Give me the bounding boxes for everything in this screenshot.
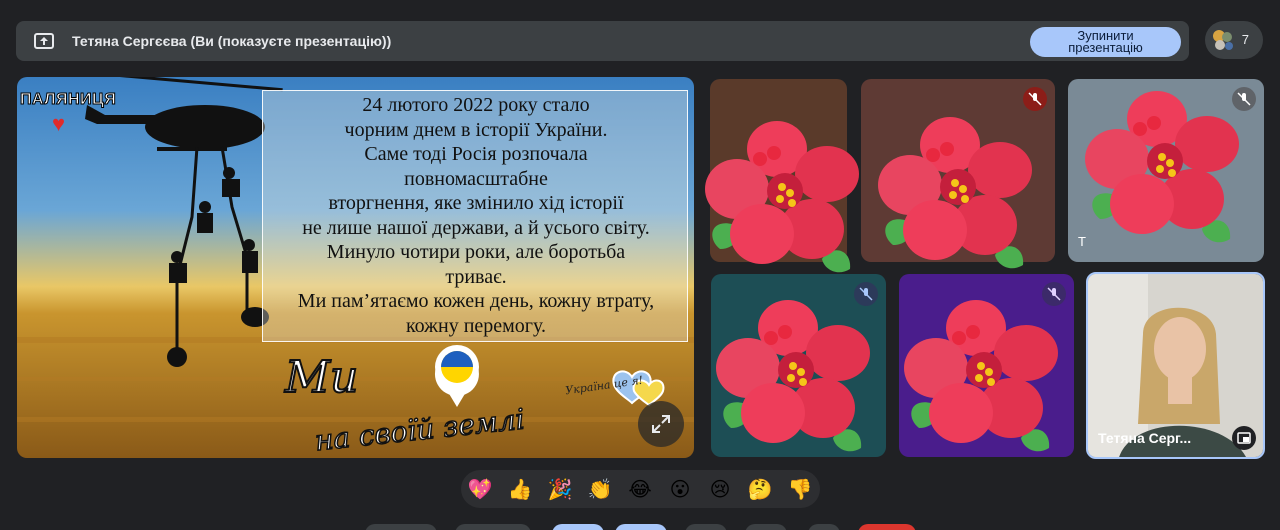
participant-count: 7 — [1241, 32, 1249, 47]
presentation-view: ПАЛЯНИЦЯ ♥ 24 лютого 2022 року стало чор… — [17, 77, 694, 458]
slide-line: 24 лютого 2022 року стало — [362, 94, 590, 116]
reaction-surprised[interactable]: 😮 — [667, 476, 693, 502]
hibiscus-emoji — [1085, 91, 1239, 243]
self-name: Тетяна Серг... — [1098, 430, 1192, 446]
self-video-tile[interactable]: Тетяна Серг... — [1086, 272, 1265, 459]
slogan-line-1: Ми — [284, 352, 358, 403]
toolbar-button[interactable] — [745, 524, 787, 530]
present-to-all-icon — [34, 33, 54, 49]
expand-presentation-button[interactable] — [638, 401, 684, 447]
meet-window: Тетяна Сергєєва (Ви (показуєте презентац… — [0, 0, 1280, 530]
reaction-party-popper[interactable]: 🎉 — [547, 476, 573, 502]
slide-line: повномасштабне — [404, 167, 548, 190]
slide-line: чорним днем в історії України. — [344, 118, 608, 141]
toolbar-button[interactable] — [365, 524, 437, 530]
heart-icon: ♥ — [52, 111, 66, 136]
reactions-bar: 💖 👍 🎉 👏 😂 😮 😢 🤔 👎 — [461, 470, 820, 508]
participant-tile[interactable]: T — [1068, 79, 1264, 262]
slide-line: не лише нашої держави, а й усього світу. — [302, 216, 650, 239]
participant-tile[interactable] — [899, 274, 1074, 457]
participant-tile[interactable]: V — [705, 79, 879, 273]
hibiscus-emoji — [705, 121, 859, 273]
participants-button[interactable]: 7 — [1205, 21, 1263, 59]
slide-line: Ми пам’ятаємо кожен день, кожну втрату, — [297, 290, 655, 312]
slide-line: Минуло чотири роки, але боротьба — [326, 241, 626, 263]
slide-text-box: 24 лютого 2022 року стало чорним днем в … — [262, 90, 688, 342]
slide-line: триває. — [445, 265, 507, 288]
toolbar-button[interactable] — [455, 524, 531, 530]
stop-presenting-button[interactable]: Зупинити презентацію — [1030, 27, 1181, 57]
reaction-tears-of-joy[interactable]: 😂 — [627, 476, 653, 502]
hibiscus-emoji — [716, 300, 870, 452]
toolbar-button-active[interactable] — [615, 524, 667, 530]
toolbar-button[interactable] — [685, 524, 727, 530]
mic-off-icon — [1023, 87, 1047, 111]
reaction-thumbs-up[interactable]: 👍 — [507, 476, 533, 502]
participant-avatars-icon — [1213, 30, 1233, 50]
slide-line: вторгнення, яке змінило хід історії — [328, 192, 624, 214]
slide-text: 24 лютого 2022 року стало чорним днем в … — [263, 93, 689, 338]
palianytsia-logo: ПАЛЯНИЦЯ — [19, 91, 117, 109]
hibiscus-emoji — [878, 117, 1032, 269]
leave-call-button[interactable] — [858, 524, 916, 530]
reaction-sparkling-heart[interactable]: 💖 — [467, 476, 493, 502]
expand-icon — [652, 415, 670, 433]
participant-tile[interactable] — [711, 274, 886, 457]
picture-in-picture-icon — [1237, 432, 1251, 444]
slogan-line-2: на своїй землі — [313, 402, 525, 455]
slide-line: Саме тоді Росія розпочала — [364, 143, 588, 165]
slide-line: кожну перемогу. — [405, 314, 547, 337]
reaction-thumbs-down[interactable]: 👎 — [787, 476, 813, 502]
toolbar-button-active[interactable] — [552, 524, 604, 530]
pip-button[interactable] — [1232, 426, 1256, 450]
reaction-thinking[interactable]: 🤔 — [747, 476, 773, 502]
reaction-crying[interactable]: 😢 — [707, 476, 733, 502]
presenting-banner: Тетяна Сергєєва (Ви (показуєте презентац… — [16, 21, 1189, 61]
presenting-title: Тетяна Сергєєва (Ви (показуєте презентац… — [72, 33, 392, 49]
reaction-clapping[interactable]: 👏 — [587, 476, 613, 502]
toolbar-button[interactable] — [808, 524, 840, 530]
hibiscus-emoji — [904, 300, 1058, 452]
slogan-lettering: Ми на своїй землі — [283, 351, 525, 455]
participant-tile[interactable] — [861, 79, 1055, 269]
stop-presenting-label-2: презентацію — [1068, 40, 1143, 55]
